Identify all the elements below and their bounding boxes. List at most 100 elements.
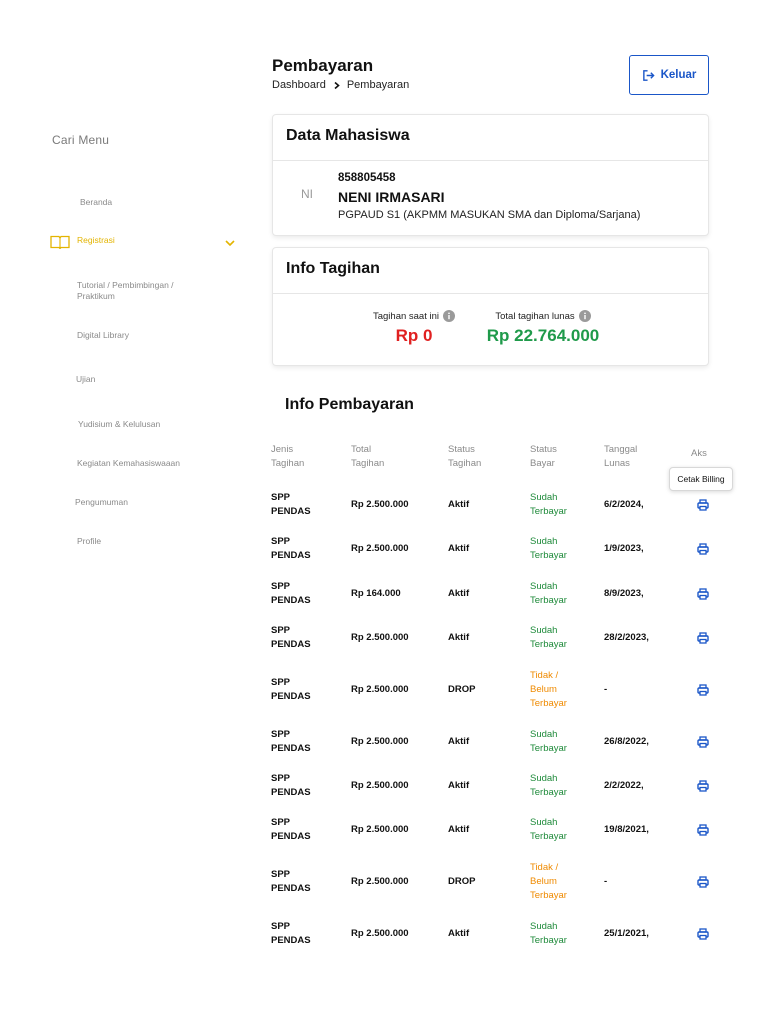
cell-total: Rp 2.500.000	[351, 632, 409, 643]
cell-total: Rp 2.500.000	[351, 876, 409, 887]
sidebar-item-label: Profile	[77, 536, 102, 546]
chevron-right-icon	[334, 81, 340, 89]
sidebar-item-label: Tutorial / Pembimbingan / Praktikum	[77, 280, 174, 301]
column-header-status: Status Tagihan	[448, 444, 482, 469]
cell-pay-status: Sudah Terbayar	[530, 536, 567, 561]
printer-icon[interactable]	[697, 632, 709, 644]
cell-total: Rp 2.500.000	[351, 543, 409, 554]
cell-date: 6/2/2024,	[604, 499, 644, 510]
column-header-date: Tanggal Lunas	[604, 444, 638, 469]
cell-date: -	[604, 876, 608, 887]
paid-bill-label: Total tagihan lunas	[495, 310, 575, 322]
printer-icon[interactable]	[697, 928, 709, 940]
sidebar: Cari Menu Beranda Registrasi Tutorial / …	[0, 0, 250, 1024]
cell-date: 1/9/2023,	[604, 543, 644, 554]
current-bill-label: Tagihan saat ini	[372, 310, 440, 322]
paid-bill-value: Rp 22.764.000	[486, 326, 600, 345]
cell-total: Rp 2.500.000	[351, 499, 409, 510]
cell-type: SPP PENDAS	[271, 921, 311, 946]
sidebar-item-label: Registrasi	[77, 235, 115, 245]
current-bill-value: Rp 0	[395, 326, 433, 345]
payments-title: Info Pembayaran	[285, 396, 414, 413]
printer-icon[interactable]	[697, 499, 709, 511]
cell-type: SPP PENDAS	[271, 869, 311, 894]
paid-bill: Total tagihan lunas Rp 22.764.000	[478, 310, 608, 346]
breadcrumb-current: Pembayaran	[346, 79, 410, 91]
student-card-title: Data Mahasiswa	[286, 127, 410, 144]
sidebar-item-label: Kegiatan Kemahasiswaaan	[77, 458, 181, 468]
cell-status: Aktif	[448, 736, 470, 747]
student-name: NENI IRMASARI	[338, 189, 445, 205]
cell-status: Aktif	[448, 543, 470, 554]
logout-button[interactable]: Keluar	[629, 55, 709, 95]
printer-icon[interactable]	[697, 588, 709, 600]
student-program: PGPAUD S1 (AKPMM MASUKAN SMA dan Diploma…	[338, 209, 641, 221]
cell-type: SPP PENDAS	[271, 581, 311, 606]
cell-type: SPP PENDAS	[271, 677, 311, 702]
cell-pay-status: Sudah Terbayar	[530, 921, 567, 946]
page-title: Pembayaran	[272, 56, 374, 75]
cell-type: SPP PENDAS	[271, 625, 311, 650]
cell-total: Rp 2.500.000	[351, 684, 409, 695]
cell-pay-status: Tidak / Belum Terbayar	[530, 862, 567, 901]
logout-icon	[642, 69, 655, 81]
current-bill: Tagihan saat ini Rp 0	[369, 310, 459, 346]
card-divider	[273, 293, 708, 294]
billing-card: Info Tagihan Tagihan saat ini Rp 0 Total…	[272, 247, 709, 366]
cell-pay-status: Sudah Terbayar	[530, 729, 567, 754]
printer-icon[interactable]	[697, 876, 709, 888]
menu-search[interactable]: Cari Menu	[52, 133, 109, 147]
printer-icon[interactable]	[697, 543, 709, 555]
printer-icon[interactable]	[697, 736, 709, 748]
cell-total: Rp 2.500.000	[351, 736, 409, 747]
cell-type: SPP PENDAS	[271, 492, 311, 517]
cell-pay-status: Sudah Terbayar	[530, 625, 567, 650]
book-icon	[50, 235, 70, 249]
cell-date: 19/8/2021,	[604, 824, 649, 835]
cell-date: -	[604, 684, 608, 695]
cell-status: DROP	[448, 684, 476, 695]
cell-type: SPP PENDAS	[271, 773, 311, 798]
sidebar-item-label: Digital Library	[77, 330, 129, 340]
column-header-pay-status: Status Bayar	[530, 444, 557, 469]
cell-status: Aktif	[448, 780, 470, 791]
cell-status: Aktif	[448, 824, 470, 835]
avatar: NI	[301, 187, 313, 201]
printer-icon[interactable]	[697, 824, 709, 836]
cell-total: Rp 164.000	[351, 588, 401, 599]
column-header-type: Jenis Tagihan	[271, 444, 305, 469]
info-icon[interactable]	[443, 310, 456, 322]
chevron-down-icon[interactable]	[224, 238, 236, 248]
sidebar-item-label: Beranda	[80, 197, 113, 207]
column-header-total: Total Tagihan	[351, 444, 385, 469]
cell-total: Rp 2.500.000	[351, 824, 409, 835]
cell-total: Rp 2.500.000	[351, 928, 409, 939]
column-header-action: Aks	[691, 448, 707, 459]
logout-label: Keluar	[660, 69, 697, 81]
card-divider	[273, 160, 708, 161]
cell-type: SPP PENDAS	[271, 536, 311, 561]
cell-status: Aktif	[448, 499, 470, 510]
cell-pay-status: Sudah Terbayar	[530, 492, 567, 517]
cell-type: SPP PENDAS	[271, 817, 311, 842]
student-nim: 858805458	[338, 172, 396, 184]
cell-pay-status: Sudah Terbayar	[530, 817, 567, 842]
breadcrumb: Dashboard Pembayaran	[272, 79, 409, 91]
cell-status: DROP	[448, 876, 476, 887]
printer-icon[interactable]	[697, 684, 709, 696]
cell-date: 26/8/2022,	[604, 736, 649, 747]
info-icon[interactable]	[578, 310, 591, 322]
student-card: Data Mahasiswa NI 858805458 NENI IRMASAR…	[272, 114, 709, 236]
sidebar-item-label: Ujian	[76, 374, 96, 384]
cell-type: SPP PENDAS	[271, 729, 311, 754]
breadcrumb-dashboard[interactable]: Dashboard	[272, 79, 326, 91]
cell-date: 8/9/2023,	[604, 588, 644, 599]
cell-date: 28/2/2023,	[604, 632, 649, 643]
cell-pay-status: Sudah Terbayar	[530, 773, 567, 798]
cell-pay-status: Sudah Terbayar	[530, 581, 567, 606]
print-tooltip: Cetak Billing	[669, 467, 733, 491]
printer-icon[interactable]	[697, 780, 709, 792]
billing-card-title: Info Tagihan	[286, 260, 380, 277]
cell-status: Aktif	[448, 588, 470, 599]
cell-total: Rp 2.500.000	[351, 780, 409, 791]
